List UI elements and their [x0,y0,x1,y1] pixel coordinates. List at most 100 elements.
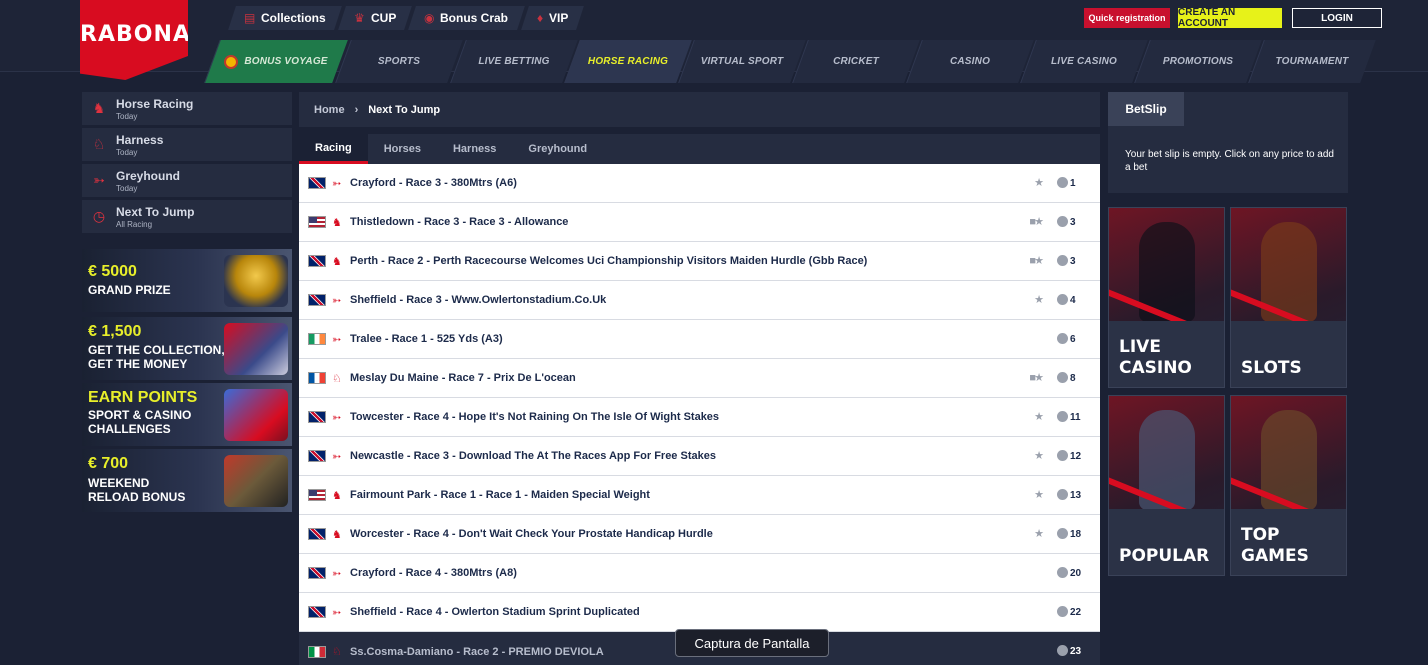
promo-grand-prize[interactable]: € 5000 GRAND PRIZE [82,249,292,312]
horse-icon: ♞ [332,255,342,268]
greyhound-icon: ➳ [332,567,342,580]
greyhound-icon: ➳ [332,606,342,619]
nav-bonus-voyage[interactable]: BONUS VOYAGE [204,40,348,83]
nav-live-casino[interactable]: LIVE CASINO [1020,40,1148,83]
race-row[interactable]: ➳ Crayford - Race 3 - 380Mtrs (A6) ★ 1 [299,164,1100,203]
betslip-tab[interactable]: BetSlip [1108,92,1184,126]
nav-tournament[interactable]: TOURNAMENT [1248,40,1376,83]
betslip: BetSlip Your bet slip is empty. Click on… [1108,92,1348,193]
nav-label: BONUS VOYAGE [244,56,328,67]
top-menu-label: VIP [548,11,569,25]
quick-registration-button[interactable]: Quick registration [1084,8,1170,28]
bonus-voyage-icon [224,54,239,69]
star-icon[interactable]: ★ [1034,527,1044,540]
nav-label: HORSE RACING [587,56,669,67]
top-menu-label: Bonus Crab [440,11,509,25]
race-row[interactable]: ➳ Tralee - Race 1 - 525 Yds (A3) 6 [299,320,1100,359]
breadcrumb-home[interactable]: Home [314,104,345,116]
race-row[interactable]: ♞ Worcester - Race 4 - Don't Wait Check … [299,515,1100,554]
greyhound-icon: ➳ [332,450,342,463]
nav-live-betting[interactable]: LIVE BETTING [450,40,578,83]
tab-greyhound[interactable]: Greyhound [512,134,603,164]
greyhound-icon: ➳ [332,333,342,346]
nav-horse-racing[interactable]: HORSE RACING [564,40,692,83]
race-name: Tralee - Race 1 - 525 Yds (A3) [350,333,503,345]
clock-icon [1057,567,1068,578]
nav-cricket[interactable]: CRICKET [792,40,920,83]
star-icon[interactable]: ★ [1034,449,1044,462]
flag-ie-icon [308,333,326,345]
star-icon[interactable]: ★ [1034,293,1044,306]
tab-horses[interactable]: Horses [368,134,437,164]
promo-collection[interactable]: € 1,500 GET THE COLLECTION, GET THE MONE… [82,317,292,380]
greyhound-icon: ➳ [332,177,342,190]
flag-gb-icon [308,450,326,462]
horse-icon: ♞ [332,216,342,229]
flag-gb-icon [308,294,326,306]
tile-popular[interactable]: POPULAR [1108,395,1225,576]
tile-label: SLOTS [1241,358,1302,378]
login-button[interactable]: LOGIN [1292,8,1382,28]
nav-label: SPORTS [377,56,421,67]
nav-label: PROMOTIONS [1162,56,1234,67]
race-row[interactable]: ♘ Meslay Du Maine - Race 7 - Prix De L'o… [299,359,1100,398]
race-row[interactable]: ➳ Towcester - Race 4 - Hope It's Not Rai… [299,398,1100,437]
race-row[interactable]: ➳ Sheffield - Race 3 - Www.Owlertonstadi… [299,281,1100,320]
nav-label: TOURNAMENT [1275,56,1349,67]
race-name: Ss.Cosma-Damiano - Race 2 - PREMIO DEVIO… [350,645,604,658]
sidebar-item-greyhound[interactable]: ➳ Greyhound Today [82,164,292,197]
nav-sports[interactable]: SPORTS [335,40,463,83]
promo-text: SPORT & CASINO [88,408,192,422]
race-row[interactable]: ♞ Thistledown - Race 3 - Race 3 - Allowa… [299,203,1100,242]
harness-icon: ♘ [92,136,106,152]
create-account-button[interactable]: CREATE AN ACCOUNT [1178,7,1282,29]
star-icon[interactable]: ★ [1034,215,1044,228]
star-icon[interactable]: ★ [1034,176,1044,189]
logo-text: RABONA [80,22,191,47]
nav-promotions[interactable]: PROMOTIONS [1134,40,1262,83]
minutes-to-jump: 23 [1070,646,1082,657]
race-row[interactable]: ♞ Fairmount Park - Race 1 - Race 1 - Mai… [299,476,1100,515]
star-icon[interactable]: ★ [1034,410,1044,423]
star-icon[interactable]: ★ [1034,371,1044,384]
top-menu-collections[interactable]: ▤ Collections [228,6,342,30]
nav-casino[interactable]: CASINO [906,40,1034,83]
race-row[interactable]: ➳ Crayford - Race 4 - 380Mtrs (A8) 20 [299,554,1100,593]
minutes-to-jump: 6 [1070,334,1076,345]
promo-text: GRAND PRIZE [88,283,171,297]
greyhound-icon: ➳ [332,294,342,307]
promo-earn-points[interactable]: EARN POINTS SPORT & CASINO CHALLENGES [82,383,292,446]
tile-label: TOP GAMES [1241,525,1309,566]
sidebar-item-harness[interactable]: ♘ Harness Today [82,128,292,161]
race-name: Crayford - Race 3 - 380Mtrs (A6) [350,177,517,189]
tile-label-line: LIVE [1119,337,1161,357]
promo-reload-bonus[interactable]: € 700 WEEKEND RELOAD BONUS [82,449,292,512]
race-row[interactable]: ♞ Perth - Race 2 - Perth Racecourse Welc… [299,242,1100,281]
tile-slots[interactable]: SLOTS [1230,207,1347,388]
star-icon[interactable]: ★ [1034,488,1044,501]
nav-virtual-sport[interactable]: VIRTUAL SPORT [678,40,806,83]
flag-gb-icon [308,528,326,540]
flag-us-icon [308,216,326,228]
top-menu-bonus-crab[interactable]: ◉ Bonus Crab [408,6,525,30]
sidebar-item-horse-racing[interactable]: ♞ Horse Racing Today [82,92,292,125]
race-row[interactable]: ➳ Newcastle - Race 3 - Download The At T… [299,437,1100,476]
top-menu-cup[interactable]: ♛ CUP [338,6,413,30]
minutes-to-jump: 3 [1070,256,1076,267]
harness-icon: ♘ [332,372,342,385]
star-icon[interactable]: ★ [1034,254,1044,267]
chevron-right-icon: › [354,103,359,116]
flag-gb-icon [308,606,326,618]
top-menu-vip[interactable]: ♦ VIP [520,6,585,30]
tab-harness[interactable]: Harness [437,134,512,164]
race-name: Worcester - Race 4 - Don't Wait Check Yo… [350,528,713,540]
tab-racing[interactable]: Racing [299,134,368,164]
clock-icon [1057,177,1068,188]
race-row[interactable]: ➳ Sheffield - Race 4 - Owlerton Stadium … [299,593,1100,632]
tile-live-casino[interactable]: LIVE CASINO [1108,207,1225,388]
nav-label: CRICKET [833,56,879,67]
tile-top-games[interactable]: TOP GAMES [1230,395,1347,576]
clock-icon [1057,216,1068,227]
race-name: Crayford - Race 4 - 380Mtrs (A8) [350,567,517,579]
sidebar-item-next-to-jump[interactable]: ◷ Next To Jump All Racing [82,200,292,233]
